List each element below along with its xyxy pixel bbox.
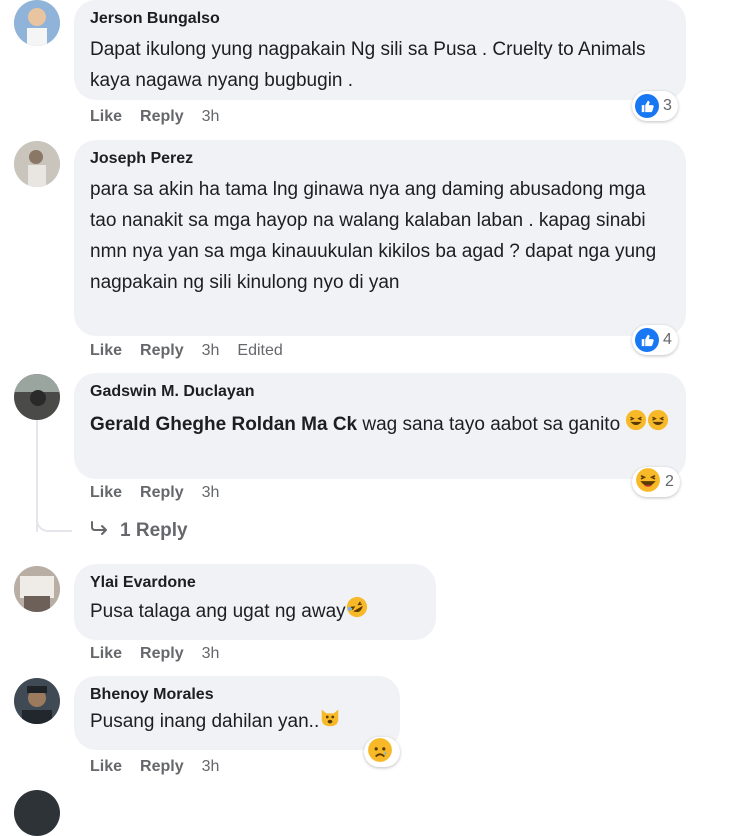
comment-text-body: wag sana tayo aabot sa ganito — [357, 414, 621, 436]
profile-photo-icon — [14, 566, 60, 612]
comment-author[interactable]: Ylai Evardone — [90, 572, 422, 594]
reply-arrow-icon — [90, 520, 110, 542]
timestamp[interactable]: 3h — [202, 108, 220, 126]
avatar[interactable] — [14, 566, 60, 612]
comment-author[interactable]: Gadswin M. Duclayan — [90, 381, 672, 403]
like-button[interactable]: Like — [90, 484, 122, 502]
comment-actions: Like Reply 3h — [90, 645, 237, 663]
comment-bubble: Gadswin M. Duclayan Gerald Gheghe Roldan… — [74, 373, 686, 479]
comment-text: Pusang inang dahilan yan.. — [90, 706, 386, 738]
comment-text: Pusa talaga ang ugat ng away — [90, 596, 422, 628]
reply-button[interactable]: Reply — [140, 758, 184, 776]
mention-link[interactable]: Gerald Gheghe Roldan Ma Ck — [90, 414, 357, 435]
like-button[interactable]: Like — [90, 758, 122, 776]
comment-bubble: Ylai Evardone Pusa talaga ang ugat ng aw… — [74, 564, 436, 640]
rofl-emoji — [346, 596, 368, 628]
comment-actions: Like Reply 3h — [90, 758, 237, 776]
profile-photo-icon — [14, 141, 60, 187]
reaction-count[interactable]: 2 — [632, 467, 680, 497]
thread-connector — [36, 512, 72, 532]
profile-photo-icon — [14, 678, 60, 724]
reaction-count-value: 2 — [665, 473, 674, 490]
comment-bubble: Jerson Bungalso Dapat ikulong yung nagpa… — [74, 0, 686, 100]
reply-button[interactable]: Reply — [140, 484, 184, 502]
view-replies-label[interactable]: 1 Reply — [120, 520, 188, 542]
reaction-count-value: 4 — [663, 331, 672, 348]
timestamp[interactable]: 3h — [202, 342, 220, 360]
avatar[interactable] — [14, 790, 60, 836]
edited-label: Edited — [237, 342, 283, 359]
reaction-count-value: 3 — [663, 97, 672, 114]
profile-photo-icon — [14, 374, 60, 420]
comment-bubble: Bhenoy Morales Pusang inang dahilan yan.… — [74, 676, 400, 750]
like-button[interactable]: Like — [90, 645, 122, 663]
profile-photo-icon — [14, 0, 60, 46]
timestamp[interactable]: 3h — [202, 758, 220, 776]
avatar[interactable] — [14, 374, 60, 420]
reaction-count[interactable]: 3 — [632, 91, 678, 121]
reply-button[interactable]: Reply — [140, 108, 184, 126]
comment-author[interactable]: Joseph Perez — [90, 148, 672, 170]
comment-text: Gerald Gheghe Roldan Ma Ck wag sana tayo… — [90, 409, 672, 441]
grinning-squint-emoji — [647, 409, 669, 441]
timestamp[interactable]: 3h — [202, 484, 220, 502]
comment-text: Dapat ikulong yung nagpakain Ng sili sa … — [90, 39, 646, 91]
comment-author[interactable]: Bhenoy Morales — [90, 684, 386, 706]
comment-text-body: Pusang inang dahilan yan.. — [90, 711, 320, 733]
reaction-count[interactable] — [364, 737, 400, 767]
avatar[interactable] — [14, 678, 60, 724]
like-icon — [635, 94, 659, 118]
comment-text-body: Pusa talaga ang ugat ng away — [90, 601, 346, 623]
timestamp[interactable]: 3h — [202, 645, 220, 663]
comment-text: para sa akin ha tama lng ginawa nya ang … — [90, 179, 657, 293]
reply-button[interactable]: Reply — [140, 342, 184, 360]
like-button[interactable]: Like — [90, 108, 122, 126]
cat-face-emoji — [319, 706, 341, 738]
comment-actions: Like Reply 3h — [90, 108, 237, 126]
comment-actions: Like Reply 3h — [90, 484, 237, 502]
comment-bubble: Joseph Perez para sa akin ha tama lng gi… — [74, 140, 686, 336]
reaction-count[interactable]: 4 — [632, 325, 678, 355]
haha-icon — [635, 467, 661, 498]
sad-icon — [367, 737, 393, 768]
view-replies-link[interactable]: 1 Reply — [90, 520, 188, 542]
avatar[interactable] — [14, 0, 60, 46]
grinning-squint-emoji — [625, 409, 647, 441]
like-icon — [635, 328, 659, 352]
avatar[interactable] — [14, 141, 60, 187]
reply-button[interactable]: Reply — [140, 645, 184, 663]
comment-author[interactable]: Jerson Bungalso — [90, 8, 672, 30]
like-button[interactable]: Like — [90, 342, 122, 360]
comment-actions: Like Reply 3h Edited — [90, 342, 301, 360]
